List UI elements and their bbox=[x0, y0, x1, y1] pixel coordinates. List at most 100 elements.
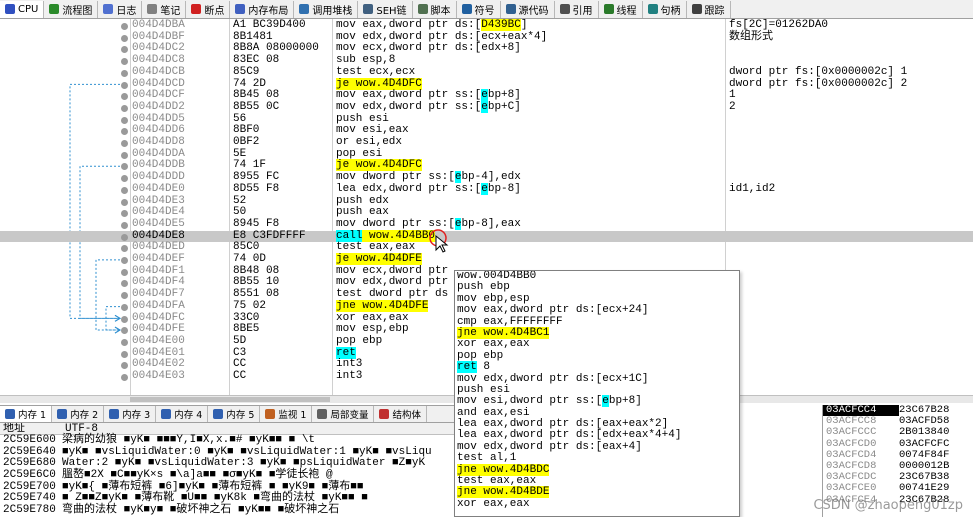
stack-address: 03ACFCCC bbox=[826, 426, 877, 439]
asm-token: push eax bbox=[336, 206, 389, 219]
breakpoint-dot-icon[interactable] bbox=[121, 175, 128, 183]
asm-token: mov ecx,dword ptr ds:[edx+8] bbox=[336, 42, 521, 55]
disasm-row[interactable]: 004D4DD2 8B55 0C mov edx,dword ptr ss:[ebp… bbox=[0, 100, 973, 114]
breakpoint-dot-icon[interactable] bbox=[121, 58, 128, 66]
disasm-bytes: CC bbox=[233, 370, 247, 382]
tab-9[interactable]: 符号 bbox=[457, 0, 501, 18]
breakpoint-dot-icon[interactable] bbox=[121, 198, 128, 206]
tab-8[interactable]: 脚本 bbox=[413, 0, 457, 18]
tab-icon bbox=[103, 4, 114, 14]
tab-10[interactable]: 源代码 bbox=[501, 0, 555, 18]
breakpoint-dot-icon[interactable] bbox=[121, 46, 128, 54]
tab-1[interactable]: 流程图 bbox=[44, 0, 99, 18]
tab-11[interactable]: 引用 bbox=[555, 0, 599, 18]
tab-icon bbox=[299, 4, 310, 14]
memory-dump[interactable]: 地址 UTF-8 2C59E600 梁病的幼狼 ■yK■ ■■■Y,I■X,x.■… bbox=[0, 423, 455, 517]
breakpoint-dot-icon[interactable] bbox=[121, 245, 128, 253]
tab-12[interactable]: 线程 bbox=[599, 0, 643, 18]
breakpoint-dot-icon[interactable] bbox=[121, 327, 128, 335]
breakpoint-dot-icon[interactable] bbox=[121, 280, 128, 288]
breakpoint-dot-icon[interactable] bbox=[121, 350, 128, 358]
tab-2[interactable]: 日志 bbox=[98, 0, 143, 18]
bottom-tab-4[interactable]: 内存 5 bbox=[208, 406, 261, 422]
tab-label: 内存 4 bbox=[174, 410, 203, 421]
stack-row[interactable]: 03ACFCCC 2B013840 bbox=[823, 427, 973, 438]
breakpoint-dot-icon[interactable] bbox=[121, 128, 128, 136]
disasm-row[interactable]: 004D4DD8 0BF2 or esi,edx bbox=[0, 136, 973, 149]
asm-token: mov eax,dword ptr ds:[ecx+24] bbox=[457, 304, 649, 317]
bottom-tab-5[interactable]: 监视 1 bbox=[260, 406, 313, 422]
stack-value: 00741E29 bbox=[899, 482, 950, 495]
breakpoint-dot-icon[interactable] bbox=[121, 93, 128, 101]
dump-row[interactable]: 2C59E600 梁病的幼狼 ■yK■ ■■■Y,I■X,x.■# ■yK■■ ■… bbox=[0, 434, 455, 447]
breakpoint-dot-icon[interactable] bbox=[121, 210, 128, 218]
tab-label: CPU bbox=[18, 3, 39, 15]
breakpoint-dot-icon[interactable] bbox=[121, 221, 128, 229]
cursor-icon bbox=[429, 229, 449, 253]
asm-token: xor eax,eax bbox=[336, 311, 409, 324]
popup-line: pop ebp bbox=[455, 350, 739, 362]
breakpoint-dot-icon[interactable] bbox=[121, 362, 128, 370]
stack-address: 03ACFCE0 bbox=[826, 482, 877, 495]
disasm-address: 004D4DEF bbox=[132, 253, 185, 265]
top-tab-bar: CPU 流程图 日志 笔记 断点 内存布局 调用堆栈 SEH链 脚本 符号 源代码 引用 线程 句柄 跟踪 bbox=[0, 0, 973, 19]
breakpoint-dot-icon[interactable] bbox=[121, 257, 128, 264]
breakpoint-dot-icon[interactable] bbox=[121, 268, 128, 276]
asm-token: push edx bbox=[336, 194, 389, 207]
dump-text: 弯曲的法杖 ■yK■y■ ■破坏神之石 ■yK■■ ■破坏神之石 bbox=[62, 504, 340, 517]
tab-5[interactable]: 内存布局 bbox=[230, 0, 295, 18]
breakpoint-dot-icon[interactable] bbox=[121, 69, 128, 77]
asm-token: mov edx,dword ptr bbox=[336, 276, 449, 289]
breakpoint-dot-icon[interactable] bbox=[121, 233, 128, 241]
tab-3[interactable]: 笔记 bbox=[142, 0, 187, 18]
breakpoint-dot-icon[interactable] bbox=[121, 315, 128, 323]
tab-icon bbox=[147, 4, 158, 14]
dump-row[interactable]: 2C59E780 弯曲的法杖 ■yK■y■ ■破坏神之石 ■yK■■ ■破坏神之石 bbox=[0, 504, 455, 517]
asm-token: lea eax,dword ptr ds:[edx+eax*4+4] bbox=[457, 429, 682, 442]
tab-label: 内存布局 bbox=[248, 5, 289, 17]
tab-icon bbox=[49, 4, 60, 14]
tab-0[interactable]: CPU bbox=[0, 0, 45, 18]
disasm-row[interactable]: 004D4DEF 74 0D je wow.4D4DFE bbox=[0, 253, 973, 266]
breakpoint-dot-icon[interactable] bbox=[121, 23, 128, 30]
breakpoint-dot-icon[interactable] bbox=[121, 303, 128, 311]
breakpoint-dot-icon[interactable] bbox=[121, 374, 128, 381]
breakpoint-dot-icon[interactable] bbox=[121, 151, 128, 159]
bottom-tab-6[interactable]: 局部变量 bbox=[312, 406, 375, 422]
tab-14[interactable]: 跟踪 bbox=[687, 0, 731, 18]
disasm-row[interactable]: 004D4DE0 8D55 F8 lea edx,dword ptr ss:[ebp… bbox=[0, 182, 973, 196]
breakpoint-dot-icon[interactable] bbox=[121, 34, 128, 42]
asm-token: jne wow.4D4DFE bbox=[336, 299, 429, 312]
dump-address: 2C59E780 bbox=[3, 504, 56, 517]
breakpoint-dot-icon[interactable] bbox=[121, 163, 128, 171]
disasm-bytes: 75 02 bbox=[233, 299, 267, 312]
tab-7[interactable]: SEH链 bbox=[358, 0, 413, 18]
asm-token: mov ecx,dword ptr bbox=[336, 264, 449, 277]
stack-row[interactable]: 03ACFCE0 00741E29 bbox=[823, 483, 973, 494]
bottom-tab-3[interactable]: 内存 4 bbox=[156, 406, 209, 422]
bottom-tab-7[interactable]: 结构体 bbox=[374, 406, 427, 422]
bottom-tab-0[interactable]: 内存 1 bbox=[0, 406, 53, 422]
bottom-tab-1[interactable]: 内存 2 bbox=[52, 406, 105, 422]
breakpoint-dot-icon[interactable] bbox=[121, 338, 128, 346]
tab-icon bbox=[691, 4, 702, 14]
breakpoint-dot-icon[interactable] bbox=[121, 81, 128, 89]
breakpoint-dot-icon[interactable] bbox=[121, 292, 128, 300]
breakpoint-dot-icon[interactable] bbox=[121, 116, 128, 124]
breakpoint-dot-icon[interactable] bbox=[121, 104, 128, 112]
breakpoint-dot-icon[interactable] bbox=[121, 186, 128, 194]
scroll-thumb[interactable] bbox=[130, 397, 330, 402]
tab-4[interactable]: 断点 bbox=[186, 0, 231, 18]
disasm-address: 004D4DD2 bbox=[132, 100, 185, 113]
disasm-row[interactable]: 004D4DE5 8945 F8 mov dword ptr ss:[ebp-8],… bbox=[0, 217, 973, 231]
tab-icon bbox=[109, 409, 120, 419]
tab-6[interactable]: 调用堆栈 bbox=[294, 0, 359, 18]
disasm-instruction: pop ebp bbox=[336, 335, 382, 348]
bottom-tab-2[interactable]: 内存 3 bbox=[104, 406, 157, 422]
dump-row[interactable]: 2C59E6C0 膃嶅■2X ■C■■yK×s ■\a]a■■ ■σ■yK■ ■学… bbox=[0, 469, 455, 482]
tab-label: SEH链 bbox=[376, 5, 407, 17]
asm-token: cmp eax,FFFFFFFF bbox=[457, 315, 563, 328]
disasm-row[interactable]: 004D4DCB 85C9 test ecx,ecx dword ptr fs:[0x… bbox=[0, 66, 973, 79]
tab-13[interactable]: 句柄 bbox=[643, 0, 687, 18]
breakpoint-dot-icon[interactable] bbox=[121, 140, 128, 147]
